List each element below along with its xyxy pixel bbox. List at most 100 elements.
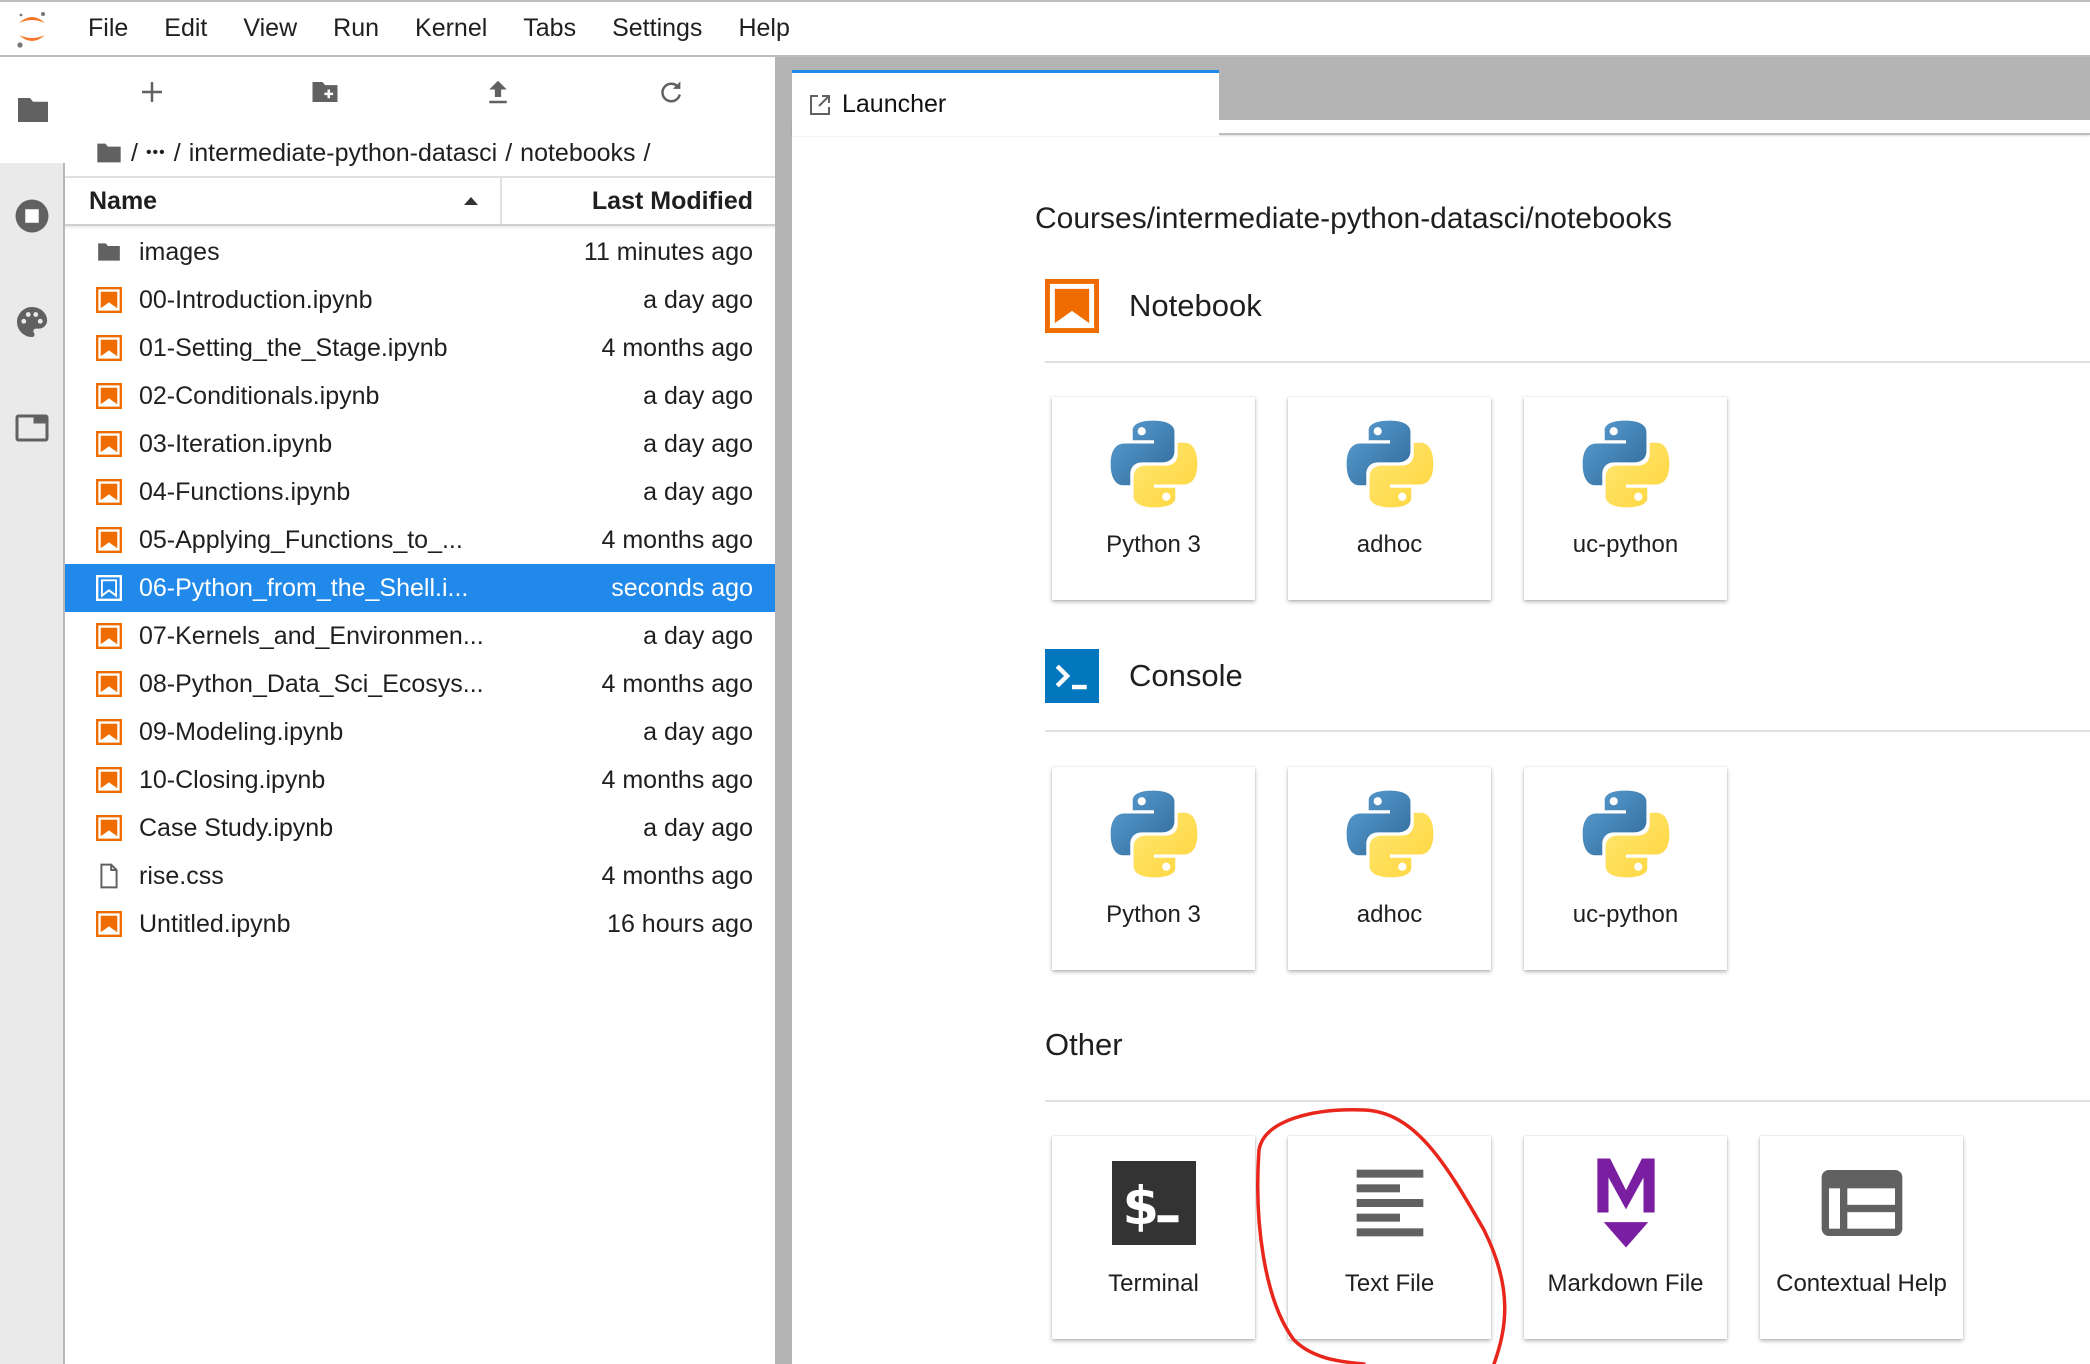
tabs-icon [15, 414, 48, 442]
menu-view[interactable]: View [225, 14, 315, 43]
terminal-icon: $ [1109, 1158, 1199, 1248]
home-folder-icon[interactable] [95, 141, 123, 165]
file-row[interactable]: 04-Functions.ipynb a day ago [65, 468, 775, 516]
launcher-card-other-text-file[interactable]: Text File [1288, 1136, 1491, 1339]
notebook-icon [95, 622, 123, 650]
launcher-card-other-terminal[interactable]: $ Terminal [1052, 1136, 1255, 1339]
launcher-card-notebook-python-3[interactable]: Python 3 [1052, 397, 1255, 600]
notebook-icon [95, 670, 123, 698]
file-name: 03-Iteration.ipynb [139, 429, 333, 458]
new-folder-button[interactable] [238, 57, 411, 127]
notebook-icon [95, 526, 123, 554]
launcher-card-console-adhoc[interactable]: adhoc [1288, 767, 1491, 970]
notebook-icon [95, 478, 123, 506]
file-last-modified: a day ago [643, 429, 753, 458]
file-name: 04-Functions.ipynb [139, 477, 351, 506]
section-other-header: Other [1045, 1017, 1123, 1073]
folder-icon [95, 238, 123, 266]
new-launcher-button[interactable] [65, 57, 238, 127]
launcher-card-notebook-adhoc[interactable]: adhoc [1288, 397, 1491, 600]
file-row[interactable]: Case Study.ipynb a day ago [65, 804, 775, 852]
tab-launcher[interactable]: Launcher [792, 70, 1219, 136]
rail-tab-file-browser[interactable] [0, 57, 66, 163]
breadcrumb-item[interactable]: intermediate-python-datasci [189, 139, 498, 168]
console-icon [1045, 649, 1099, 703]
plus-icon [141, 82, 162, 102]
column-header-name[interactable]: Name [65, 178, 502, 224]
file-name: 01-Setting_the_Stage.ipynb [139, 333, 448, 362]
rail-tab-running[interactable] [0, 163, 63, 269]
menu-run[interactable]: Run [315, 14, 397, 43]
launcher-card-label: Python 3 [1106, 531, 1201, 558]
python-logo-icon [1109, 419, 1199, 509]
file-name: 09-Modeling.ipynb [139, 717, 344, 746]
menu-file[interactable]: File [64, 14, 146, 43]
launcher-card-label: uc-python [1572, 901, 1679, 928]
file-row[interactable]: 06-Python_from_the_Shell.i... seconds ago [65, 564, 775, 612]
rail-tab-commands[interactable] [0, 269, 63, 375]
file-name: 07-Kernels_and_Environmen... [139, 621, 484, 650]
refresh-button[interactable] [584, 57, 757, 127]
file-row[interactable]: Untitled.ipynb 16 hours ago [65, 900, 775, 948]
file-name: 08-Python_Data_Sci_Ecosys... [139, 669, 484, 698]
main-tab-bar: Launcher [792, 57, 2090, 136]
file-name: Case Study.ipynb [139, 813, 334, 842]
file-last-modified: a day ago [643, 717, 753, 746]
notebook-icon [95, 814, 123, 842]
file-row[interactable]: rise.css 4 months ago [65, 852, 775, 900]
notebook-icon [95, 430, 123, 458]
file-row[interactable]: 10-Closing.ipynb 4 months ago [65, 756, 775, 804]
palette-icon [16, 307, 47, 337]
file-row[interactable]: 03-Iteration.ipynb a day ago [65, 420, 775, 468]
launcher-card-other-markdown-file[interactable]: Markdown File [1524, 1136, 1727, 1339]
launcher-icon [810, 94, 830, 115]
section-title: Other [1045, 1027, 1123, 1062]
file-name: Untitled.ipynb [139, 909, 291, 938]
launcher-card-label: uc-python [1572, 531, 1679, 558]
python-logo-icon [1109, 789, 1199, 879]
contextual-help-icon [1817, 1158, 1907, 1248]
panel-splitter[interactable] [775, 57, 792, 1364]
file-last-modified: 4 months ago [601, 861, 754, 890]
upload-button[interactable] [411, 57, 584, 127]
launcher-card-label: adhoc [1356, 531, 1423, 558]
column-header-last-modified[interactable]: Last Modified [502, 178, 775, 224]
notebook-icon [95, 718, 123, 746]
file-row[interactable]: 09-Modeling.ipynb a day ago [65, 708, 775, 756]
launcher-card-console-python-3[interactable]: Python 3 [1052, 767, 1255, 970]
file-last-modified: a day ago [643, 285, 753, 314]
file-row[interactable]: 05-Applying_Functions_to_... 4 months ago [65, 516, 775, 564]
file-row[interactable]: 02-Conditionals.ipynb a day ago [65, 372, 775, 420]
python-logo-icon [1345, 419, 1435, 509]
file-browser-panel: / ••• / intermediate-python-datasci / no… [65, 57, 775, 1364]
notebook-icon [95, 574, 123, 602]
file-last-modified: 16 hours ago [607, 909, 753, 938]
file-row[interactable]: 08-Python_Data_Sci_Ecosys... 4 months ago [65, 660, 775, 708]
menu-edit[interactable]: Edit [146, 14, 225, 43]
rail-tab-open-tabs[interactable] [0, 375, 63, 481]
file-row[interactable]: 01-Setting_the_Stage.ipynb 4 months ago [65, 324, 775, 372]
file-last-modified: seconds ago [611, 573, 753, 602]
python-logo-icon [1581, 789, 1671, 879]
file-name: 05-Applying_Functions_to_... [139, 525, 463, 554]
file-row[interactable]: images 11 minutes ago [65, 228, 775, 276]
launcher-card-notebook-uc-python[interactable]: uc-python [1524, 397, 1727, 600]
file-row[interactable]: 00-Introduction.ipynb a day ago [65, 276, 775, 324]
file-last-modified: a day ago [643, 813, 753, 842]
menu-settings[interactable]: Settings [594, 14, 720, 43]
breadcrumb-ellipsis[interactable]: ••• [146, 144, 166, 162]
launcher-card-console-uc-python[interactable]: uc-python [1524, 767, 1727, 970]
python-logo-icon [1345, 789, 1435, 879]
menu-tabs[interactable]: Tabs [505, 14, 594, 43]
folder-icon [18, 98, 48, 122]
section-title: Notebook [1129, 288, 1262, 323]
breadcrumb-item[interactable]: notebooks [520, 139, 635, 168]
breadcrumb-separator: / [505, 138, 513, 167]
svg-text:$: $ [1122, 1176, 1159, 1237]
launcher-card-other-contextual-help[interactable]: Contextual Help [1760, 1136, 1963, 1339]
menu-kernel[interactable]: Kernel [397, 14, 505, 43]
notebook-icon [95, 910, 123, 938]
menu-help[interactable]: Help [720, 14, 807, 43]
file-row[interactable]: 07-Kernels_and_Environmen... a day ago [65, 612, 775, 660]
menu-bar: File Edit View Run Kernel Tabs Settings … [0, 0, 2090, 57]
